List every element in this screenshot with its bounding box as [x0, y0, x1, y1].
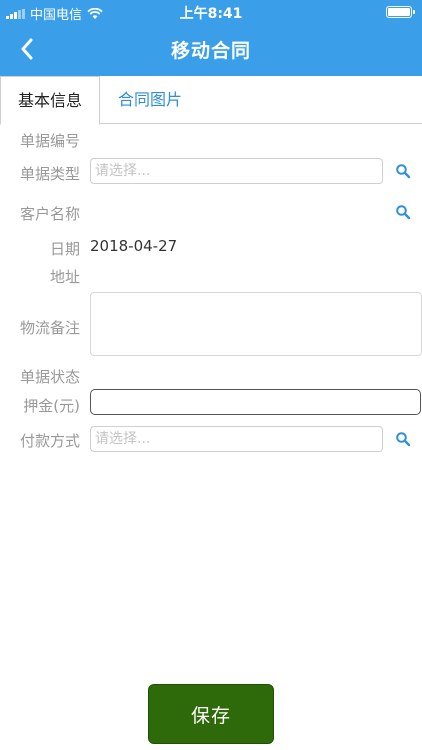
deposit-label: 押金(元) — [23, 397, 80, 415]
status-time: 上午8:41 — [179, 6, 243, 22]
payment-method-input[interactable] — [90, 426, 383, 452]
customer-label: 客户名称 — [19, 205, 80, 223]
tab-bar: 基本信息 合同图片 — [0, 76, 422, 125]
page-title: 移动合同 — [170, 40, 251, 62]
tab-basic-info[interactable]: 基本信息 — [0, 76, 100, 125]
customer-search-button[interactable] — [393, 202, 413, 222]
date-label: 日期 — [49, 240, 80, 258]
doc-status-label: 单据状态 — [19, 368, 80, 386]
tab-contract-images[interactable]: 合同图片 — [100, 76, 200, 124]
battery-icon — [386, 6, 415, 18]
status-bar: 中国电信 上午8:41 — [0, 0, 422, 24]
doc-type-label: 单据类型 — [19, 165, 80, 183]
payment-method-label: 付款方式 — [19, 432, 80, 450]
logistics-note-textarea[interactable] — [90, 292, 422, 356]
doc-type-search-button[interactable] — [393, 161, 413, 181]
doc-type-input[interactable] — [90, 158, 383, 184]
app-header: 中国电信 上午8:41 移动合同 — [0, 0, 422, 76]
search-icon — [396, 164, 411, 179]
search-icon — [396, 205, 411, 220]
save-button[interactable]: 保存 — [148, 684, 274, 744]
payment-method-search-button[interactable] — [393, 429, 413, 449]
address-label: 地址 — [49, 268, 80, 286]
deposit-input[interactable] — [90, 389, 421, 415]
doc-number-label: 单据编号 — [19, 132, 80, 150]
search-icon — [396, 432, 411, 447]
logistics-note-label: 物流备注 — [19, 319, 80, 337]
date-value: 2018-04-27 — [90, 237, 178, 255]
nav-bar: 移动合同 — [0, 24, 422, 76]
